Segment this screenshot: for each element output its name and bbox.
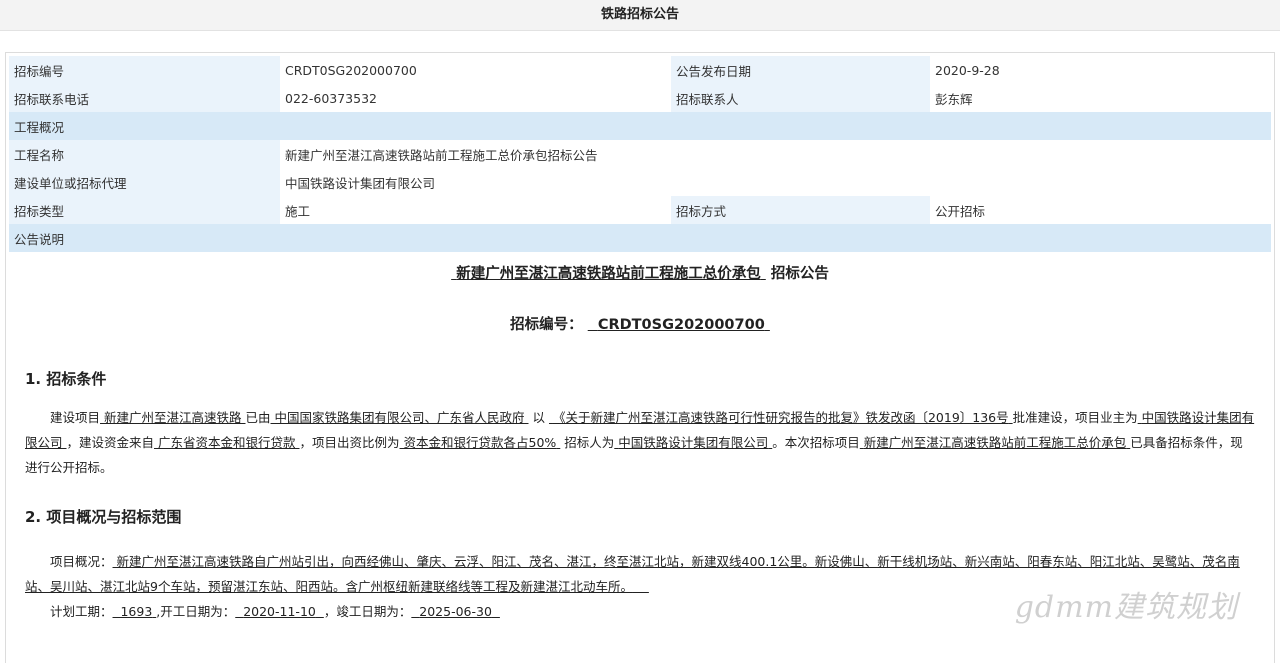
underlined-project: 新建广州至湛江高速铁路	[104, 410, 242, 425]
start-value: 2020-11-10	[243, 604, 316, 619]
table-row: 招标联系电话 022-60373532 招标联系人 彭东辉	[9, 84, 1271, 112]
phone-label: 招标联系电话	[9, 84, 280, 112]
bid-no-label: 招标编号	[9, 56, 280, 84]
notice-section-header: 公告说明	[9, 224, 1271, 252]
text-segment: 批准建设，项目业主为	[1012, 410, 1138, 425]
table-row: 工程名称 新建广州至湛江高速铁路站前工程施工总价承包招标公告	[9, 140, 1271, 168]
table-row: 公告说明	[9, 224, 1271, 252]
announcement-panel: 招标编号 CRDT0SG202000700 公告发布日期 2020-9-28 招…	[5, 52, 1275, 663]
phone-value: 022-60373532	[280, 84, 671, 112]
underlined-ratio: 资本金和银行贷款各占50%	[403, 435, 557, 450]
start-label: ,开工日期为：	[156, 604, 236, 619]
overview-section-header: 工程概况	[9, 112, 1271, 140]
project-name-value: 新建广州至湛江高速铁路站前工程施工总价承包招标公告	[280, 140, 1271, 168]
contact-label: 招标联系人	[671, 84, 930, 112]
text-segment: 项目概况：	[50, 554, 113, 569]
method-value: 公开招标	[930, 196, 1271, 224]
type-value: 施工	[280, 196, 671, 224]
notice-title-project: 新建广州至湛江高速铁路站前工程施工总价承包	[456, 266, 761, 282]
method-label: 招标方式	[671, 196, 930, 224]
notice-body: 新建广州至湛江高速铁路站前工程施工总价承包 招标公告 招标编号： CRDT0SG…	[6, 262, 1274, 625]
notice-bid-no: 招标编号： CRDT0SG202000700	[25, 313, 1255, 334]
underlined-approval-doc: 《关于新建广州至湛江高速铁路可行性研究报告的批复》铁发改函〔2019〕136号	[552, 410, 1009, 425]
underlined-approver: 中国国家铁路集团有限公司、广东省人民政府	[274, 410, 525, 425]
period-label: 计划工期：	[50, 604, 113, 619]
section-1-heading: 1. 招标条件	[25, 370, 107, 388]
notice-bid-no-value: CRDT0SG202000700	[597, 317, 765, 333]
underlined-funding: 广东省资本金和银行贷款	[158, 435, 296, 450]
notice-bid-no-label: 招标编号：	[510, 317, 583, 333]
text-segment: 。本次招标项目	[772, 435, 860, 450]
page-title: 铁路招标公告	[0, 0, 1280, 31]
pub-date-value: 2020-9-28	[930, 56, 1271, 84]
period-value: 1693	[120, 604, 153, 619]
section-2-heading: 2. 项目概况与招标范围	[25, 508, 182, 526]
org-value: 中国铁路设计集团有限公司	[280, 168, 1271, 196]
table-row: 建设单位或招标代理 中国铁路设计集团有限公司	[9, 168, 1271, 196]
table-row: 招标编号 CRDT0SG202000700 公告发布日期 2020-9-28	[9, 56, 1271, 84]
notice-title-suffix: 招标公告	[770, 266, 829, 282]
section-1-text: 建设项目 新建广州至湛江高速铁路 已由 中国国家铁路集团有限公司、广东省人民政府…	[25, 405, 1255, 480]
text-segment: 招标人为	[564, 435, 615, 450]
text-segment: ，项目出资比例为	[299, 435, 400, 450]
notice-title: 新建广州至湛江高速铁路站前工程施工总价承包 招标公告	[25, 262, 1255, 283]
text-segment: 已由	[245, 410, 271, 425]
watermark: gdmm建筑规划	[1014, 590, 1238, 625]
underlined-tender-project: 新建广州至湛江高速铁路站前工程施工总价承包	[863, 435, 1127, 450]
type-label: 招标类型	[9, 196, 280, 224]
underlined-tenderer: 中国铁路设计集团有限公司	[618, 435, 769, 450]
table-row: 工程概况	[9, 112, 1271, 140]
text-segment: 建设项目	[50, 410, 101, 425]
contact-value: 彭东辉	[930, 84, 1271, 112]
project-name-label: 工程名称	[9, 140, 280, 168]
end-label: ，竣工日期为：	[323, 604, 412, 619]
end-value: 2025-06-30	[419, 604, 492, 619]
org-label: 建设单位或招标代理	[9, 168, 280, 196]
bid-no-value: CRDT0SG202000700	[280, 56, 671, 84]
text-segment: 以	[532, 410, 545, 425]
text-segment: ，建设资金来自	[66, 435, 155, 450]
pub-date-label: 公告发布日期	[671, 56, 930, 84]
info-table: 招标编号 CRDT0SG202000700 公告发布日期 2020-9-28 招…	[9, 56, 1271, 252]
table-row: 招标类型 施工 招标方式 公开招标	[9, 196, 1271, 224]
